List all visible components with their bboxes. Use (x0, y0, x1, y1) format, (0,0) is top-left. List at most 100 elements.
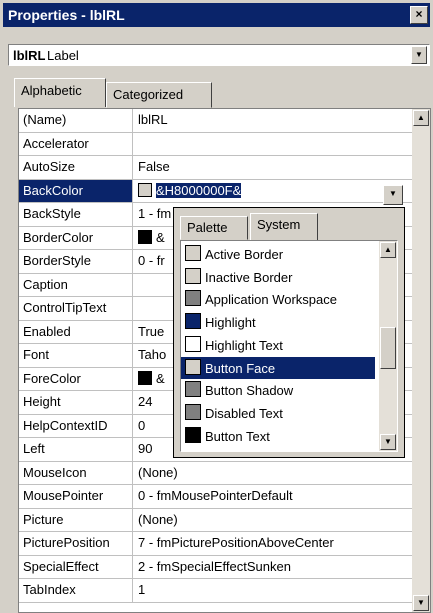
property-value[interactable]: (None) (134, 509, 413, 532)
property-name: TabIndex (19, 579, 133, 602)
tab-categorized-label: Categorized (113, 87, 184, 102)
property-name: BorderStyle (19, 250, 133, 273)
scroll-down-arrow-icon: ▼ (417, 598, 425, 607)
property-value-text: 90 (138, 441, 153, 456)
property-row[interactable]: (Name) lblRL (19, 109, 413, 133)
property-row[interactable]: BackColor &H8000000F& (19, 179, 413, 203)
system-color-list: Active Border Inactive Border Application … (180, 240, 398, 452)
property-value-text: (None) (138, 511, 178, 527)
color-list-item[interactable]: Disabled Text (181, 402, 375, 425)
color-swatch (185, 267, 201, 284)
property-name: AutoSize (19, 156, 133, 179)
tab-palette[interactable]: Palette (180, 216, 248, 240)
property-row[interactable]: Picture (None) (19, 508, 413, 532)
chevron-down-icon: ▼ (415, 50, 423, 59)
object-selector-dropdown-button[interactable]: ▼ (411, 46, 427, 64)
properties-window: Properties - lblRL × lblRL Label ▼ Alpha… (0, 0, 433, 613)
property-name: Picture (19, 508, 133, 531)
color-item-label: Highlight Text (205, 337, 283, 353)
color-item-label: Highlight (205, 315, 256, 331)
tab-alphabetic-label: Alphabetic (21, 83, 82, 98)
property-value-text: lblRL (138, 112, 168, 127)
property-row[interactable]: AutoSize False (19, 156, 413, 180)
property-row[interactable]: MousePointer 0 - fmMousePointerDefault (19, 485, 413, 509)
color-list-scroll-up-button[interactable]: ▲ (380, 242, 396, 258)
property-value-text: True (138, 323, 165, 339)
property-row[interactable]: MouseIcon (None) (19, 461, 413, 485)
property-value-text: 0 - fr (138, 253, 165, 268)
color-list-item[interactable]: Active Border (181, 243, 375, 266)
color-list-item[interactable]: Highlight Text (181, 334, 375, 357)
color-list-scroll-thumb[interactable] (380, 327, 396, 369)
close-icon: × (415, 7, 423, 21)
property-name: MousePointer (19, 485, 133, 508)
property-name: ControlTipText (19, 297, 133, 320)
property-name: BackStyle (19, 203, 133, 226)
object-type: Label (47, 48, 79, 63)
scroll-up-button[interactable]: ▲ (413, 110, 429, 126)
property-value-text: (None) (138, 464, 178, 480)
property-name: ForeColor (19, 367, 133, 390)
property-name: SpecialEffect (19, 555, 133, 578)
color-list-scrollbar[interactable]: ▲ ▼ (379, 241, 397, 451)
object-selector[interactable]: lblRL Label ▼ (8, 44, 430, 66)
color-swatch (138, 370, 152, 385)
tab-system-label: System (257, 217, 301, 232)
color-list-scroll-down-button[interactable]: ▼ (380, 434, 396, 450)
color-list-item[interactable]: Button Shadow (181, 379, 375, 402)
scroll-down-button[interactable]: ▼ (413, 595, 429, 611)
property-row[interactable]: Accelerator (19, 132, 413, 156)
color-swatch (138, 229, 152, 244)
backcolor-dropdown-button[interactable]: ▼ (383, 185, 403, 205)
property-row[interactable]: TabIndex 1 (19, 579, 413, 603)
property-row[interactable]: SpecialEffect 2 - fmSpecialEffectSunken (19, 555, 413, 579)
property-value[interactable]: False (134, 156, 413, 179)
property-name: BorderColor (19, 226, 133, 249)
property-value-text: 1 - fm (138, 206, 172, 221)
property-value[interactable]: lblRL (134, 109, 413, 132)
property-value[interactable]: 0 - fmMousePointerDefault (134, 485, 413, 508)
property-name: Enabled (19, 320, 133, 343)
color-swatch (185, 381, 201, 398)
close-button[interactable]: × (410, 6, 428, 24)
property-value[interactable]: (None) (134, 462, 413, 485)
property-name: Caption (19, 273, 133, 296)
color-list-item[interactable]: Button Face (181, 356, 375, 380)
color-swatch (185, 313, 201, 330)
chevron-down-icon: ▼ (389, 189, 397, 198)
color-swatch (138, 182, 152, 197)
property-value[interactable]: &H8000000F& (134, 180, 413, 203)
color-list-item[interactable]: Button Text (181, 425, 375, 448)
tab-categorized[interactable]: Categorized (106, 82, 212, 108)
tab-alphabetic[interactable]: Alphabetic (14, 78, 106, 107)
property-name: Font (19, 344, 133, 367)
property-grid-scrollbar[interactable]: ▲ ▼ (412, 109, 430, 612)
property-name: Accelerator (19, 132, 133, 155)
scroll-down-arrow-icon: ▼ (384, 437, 392, 446)
color-swatch (185, 245, 201, 261)
property-value[interactable]: 2 - fmSpecialEffectSunken (134, 556, 413, 579)
property-value-text: Taho (138, 347, 167, 362)
title-bar[interactable]: Properties - lblRL × (3, 3, 430, 27)
scroll-up-arrow-icon: ▲ (384, 245, 392, 254)
property-row[interactable]: PicturePosition 7 - fmPicturePositionAbov… (19, 532, 413, 556)
object-name: lblRL (13, 48, 46, 63)
property-value[interactable]: 7 - fmPicturePositionAboveCenter (134, 532, 413, 555)
color-swatch (185, 290, 201, 307)
property-value[interactable]: 1 (134, 579, 413, 602)
property-name: Left (19, 438, 133, 461)
property-value-text: 1 (138, 582, 146, 597)
property-value-text: 2 - fmSpecialEffectSunken (138, 558, 291, 574)
color-list-item[interactable]: Inactive Border (181, 266, 375, 289)
property-value-text: & (156, 370, 165, 386)
color-list-item[interactable]: Application Workspace (181, 288, 375, 311)
tab-system[interactable]: System (250, 213, 318, 240)
property-name: HelpContextID (19, 414, 133, 437)
color-picker-popup: Palette System Active Border Inactive Bor… (173, 207, 405, 458)
tab-palette-label: Palette (187, 220, 228, 235)
color-swatch (185, 403, 201, 420)
property-value[interactable] (134, 133, 413, 156)
color-list-item[interactable]: Highlight (181, 311, 375, 334)
scroll-up-arrow-icon: ▲ (417, 113, 425, 122)
color-item-label: Button Face (205, 360, 276, 376)
